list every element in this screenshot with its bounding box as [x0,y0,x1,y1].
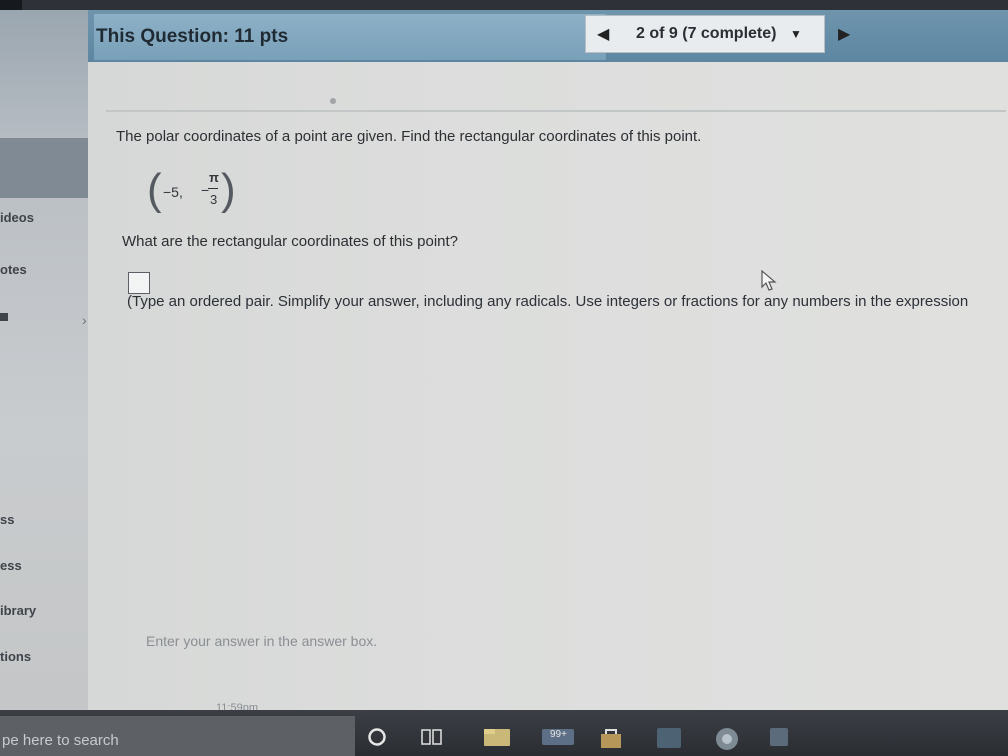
sidebar-item-access[interactable]: ess [0,558,22,573]
sidebar-item-progress[interactable]: ss [0,512,14,527]
theta-sign: − [201,182,210,198]
answer-input[interactable] [128,272,150,294]
sidebar-item-options[interactable]: tions [0,649,31,664]
answer-instructions: (Type an ordered pair. Simplify your ans… [127,293,969,310]
cortana-icon[interactable] [366,726,388,748]
word-icon[interactable] [768,726,790,748]
sidebar-active-band [0,138,90,198]
sidebar-item-notes[interactable]: otes [0,262,27,277]
chrome-icon[interactable] [714,726,740,752]
caret-down-icon[interactable]: ▼ [790,27,802,41]
split-handle-icon[interactable] [330,98,336,104]
answer-hint: Enter your answer in the answer box. [146,633,378,649]
divider [106,110,1006,112]
question-points-title: This Question: 11 pts [96,26,289,47]
previous-question-icon[interactable]: ◀ [597,24,609,44]
app-logo-bars [0,0,22,10]
file-explorer-icon[interactable] [483,726,511,748]
taskbar-search-placeholder[interactable]: pe here to search [2,732,119,749]
right-paren: ) [221,165,236,214]
mail-badge: 99+ [550,729,567,740]
next-question-icon[interactable]: ▶ [838,24,850,44]
chevron-right-icon[interactable]: › [82,312,87,328]
fraction-bar [208,188,218,189]
mouse-pointer-icon [761,270,777,291]
windows-taskbar: pe here to search 99+ [0,710,1008,756]
theta-denominator: 3 [210,192,218,207]
sidebar-item-library[interactable]: ibrary [0,603,36,618]
sidebar-item-videos[interactable]: ideos [0,210,34,225]
app-icon[interactable] [655,726,683,750]
question-prompt: What are the rectangular coordinates of … [122,233,459,250]
sidebar-item-marker[interactable] [0,313,8,321]
screen-top-bezel [0,0,1008,10]
question-nav-label[interactable]: 2 of 9 (7 complete) [636,25,776,43]
point-r-value: −5, [163,184,183,200]
task-view-icon[interactable] [420,726,444,748]
store-icon[interactable] [598,726,624,750]
question-content-area [88,62,1008,710]
problem-statement: The polar coordinates of a point are giv… [116,128,702,145]
polar-point-expression: ( −5, − π 3 ) [147,168,237,216]
theta-numerator: π [209,170,219,185]
left-paren: ( [147,165,162,214]
